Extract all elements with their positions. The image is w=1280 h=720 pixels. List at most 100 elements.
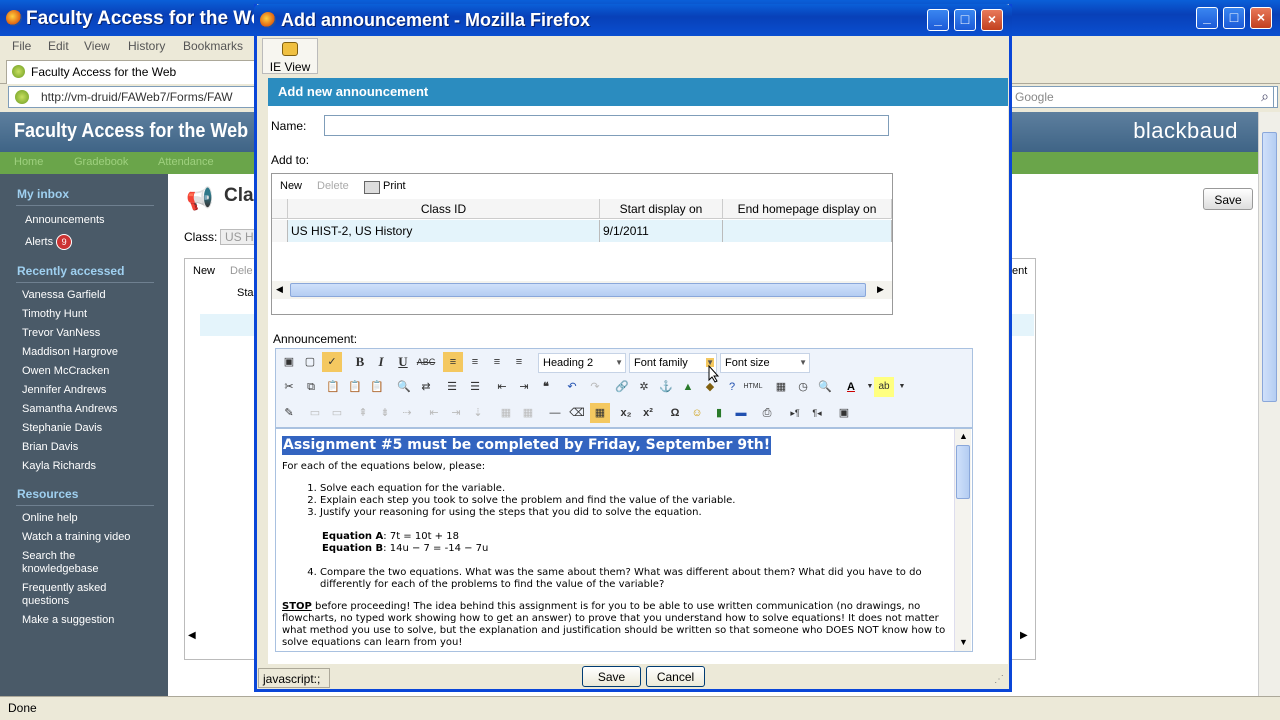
remove-format-icon[interactable]: ⌫	[567, 403, 587, 423]
copy-icon[interactable]: ⧉	[301, 377, 321, 397]
cell-end-display[interactable]	[723, 220, 892, 242]
sidebar-resource-item[interactable]: Frequently asked questions	[22, 582, 122, 608]
insert-time-icon[interactable]: ◷	[793, 377, 813, 397]
cancel-button[interactable]: Cancel	[646, 666, 705, 687]
anchor-icon[interactable]: ⚓	[656, 377, 676, 397]
grid-new-button[interactable]: New	[280, 180, 302, 192]
paste-text-icon[interactable]: 📋	[345, 377, 365, 397]
bg-grid-new[interactable]: New	[193, 265, 215, 277]
font-family-select[interactable]: Font family ▼	[629, 353, 717, 373]
paste-word-icon[interactable]: 📋	[367, 377, 387, 397]
row-selector[interactable]	[272, 220, 288, 242]
link-icon[interactable]: 🔗	[612, 377, 632, 397]
print-icon[interactable]: ⎙	[757, 403, 777, 423]
rtl-icon[interactable]: ¶◂	[807, 403, 827, 423]
column-end-display[interactable]: End homepage display on	[723, 199, 892, 219]
nav-gradebook[interactable]: Gradebook	[74, 156, 128, 168]
italic-icon[interactable]: I	[371, 352, 391, 372]
sidebar-item-alerts[interactable]: Alerts 9	[25, 234, 73, 250]
edit-icon[interactable]: ✎	[279, 403, 299, 423]
nav-home[interactable]: Home	[14, 156, 43, 168]
table-icon[interactable]: ▦	[590, 403, 610, 423]
browser-tab[interactable]: Faculty Access for the Web	[6, 60, 256, 84]
superscript-icon[interactable]: x²	[638, 403, 658, 423]
horizontal-rule-icon[interactable]: —	[545, 403, 565, 423]
sidebar-resource-item[interactable]: Search the knowledgebase	[22, 550, 112, 576]
bg-grid-delete[interactable]: Dele	[230, 265, 253, 277]
special-char-icon[interactable]: Ω	[665, 403, 685, 423]
popup-minimize-button[interactable]: _	[927, 9, 949, 31]
scroll-up-icon[interactable]: ▲	[959, 431, 968, 441]
menu-file[interactable]: File	[12, 39, 31, 53]
sidebar-item-announcements[interactable]: Announcements	[25, 214, 105, 227]
bg-grid-row[interactable]	[1012, 314, 1034, 336]
sidebar-recent-item[interactable]: Owen McCracken	[22, 365, 109, 378]
sidebar-recent-item[interactable]: Jennifer Andrews	[22, 384, 106, 397]
align-justify-icon[interactable]: ≡	[509, 352, 529, 372]
split-cells-icon[interactable]: ▦	[496, 403, 516, 423]
cut-icon[interactable]: ✂	[279, 377, 299, 397]
grid-print-button[interactable]: Print	[383, 180, 406, 192]
indent-icon[interactable]: ⇥	[514, 377, 534, 397]
scrollbar-thumb[interactable]	[290, 283, 866, 297]
sidebar-recent-item[interactable]: Stephanie Davis	[22, 422, 102, 435]
font-size-select[interactable]: Font size ▼	[720, 353, 810, 373]
scrollbar-thumb[interactable]	[956, 445, 970, 499]
format-select[interactable]: Heading 2 ▼	[538, 353, 626, 373]
editor-content[interactable]: Assignment #5 must be completed by Frida…	[280, 434, 950, 652]
help-icon[interactable]: ?	[722, 377, 742, 397]
sidebar-header-inbox[interactable]: My inbox	[17, 187, 69, 201]
resize-grip-icon[interactable]: ⋰	[994, 674, 1004, 685]
numbered-list-icon[interactable]: ☰	[465, 377, 485, 397]
page-break-icon[interactable]: ▬	[731, 403, 751, 423]
nav-attendance[interactable]: Attendance	[158, 156, 214, 168]
paste-icon[interactable]: 📋	[323, 377, 343, 397]
ie-view-button[interactable]: IE View	[262, 38, 318, 74]
scroll-left-icon[interactable]: ◀	[188, 630, 196, 641]
redo-icon[interactable]: ↷	[585, 377, 605, 397]
bullet-list-icon[interactable]: ☰	[442, 377, 462, 397]
bold-icon[interactable]: B	[350, 352, 370, 372]
page-vertical-scrollbar[interactable]	[1258, 112, 1280, 696]
emoticon-icon[interactable]: ☺	[687, 403, 707, 423]
delete-row-icon[interactable]: ⇢	[397, 403, 417, 423]
menu-edit[interactable]: Edit	[48, 39, 69, 53]
text-color-icon[interactable]: A	[841, 377, 861, 397]
image-icon[interactable]: ▲	[678, 377, 698, 397]
find-icon[interactable]: 🔍	[394, 377, 414, 397]
unlink-icon[interactable]: ✲	[634, 377, 654, 397]
subscript-icon[interactable]: x₂	[616, 403, 636, 423]
preview-icon[interactable]: 🔍	[815, 377, 835, 397]
align-right-icon[interactable]: ≡	[487, 352, 507, 372]
insert-date-icon[interactable]: ▦	[771, 377, 791, 397]
grid-delete-button[interactable]: Delete	[317, 180, 349, 192]
sidebar-recent-item[interactable]: Timothy Hunt	[22, 308, 87, 321]
sidebar-resource-item[interactable]: Online help	[22, 512, 78, 525]
popup-close-button[interactable]: ×	[981, 9, 1003, 31]
chevron-down-icon[interactable]: ▼	[892, 377, 912, 397]
column-start-display[interactable]: Start display on	[600, 199, 723, 219]
underline-icon[interactable]: U	[393, 352, 413, 372]
align-center-icon[interactable]: ≡	[465, 352, 485, 372]
spellcheck-icon[interactable]: ✓	[322, 352, 342, 372]
background-color-icon[interactable]: ab	[874, 377, 894, 397]
insert-col-before-icon[interactable]: ⇤	[424, 403, 444, 423]
sidebar-recent-item[interactable]: Kayla Richards	[22, 460, 96, 473]
outdent-icon[interactable]: ⇤	[492, 377, 512, 397]
strikethrough-icon[interactable]: ABC	[416, 352, 436, 372]
insert-row-before-icon[interactable]: ⇞	[353, 403, 373, 423]
scroll-left-icon[interactable]: ◀	[276, 284, 283, 295]
name-input[interactable]	[324, 115, 889, 136]
merge-cells-icon[interactable]: ▦	[518, 403, 538, 423]
sidebar-recent-item[interactable]: Vanessa Garfield	[22, 289, 106, 302]
menu-view[interactable]: View	[84, 39, 110, 53]
fullscreen-icon[interactable]: ▣	[834, 403, 854, 423]
align-left-icon[interactable]: ≡	[443, 352, 463, 372]
minimize-button[interactable]: _	[1196, 7, 1218, 29]
table-cell-props-icon[interactable]: ▭	[327, 403, 347, 423]
undo-icon[interactable]: ↶	[562, 377, 582, 397]
popup-maximize-button[interactable]: □	[954, 9, 976, 31]
replace-icon[interactable]: ⇄	[416, 377, 436, 397]
save-icon[interactable]: ▣	[279, 352, 299, 372]
new-document-icon[interactable]: ▢	[300, 352, 320, 372]
